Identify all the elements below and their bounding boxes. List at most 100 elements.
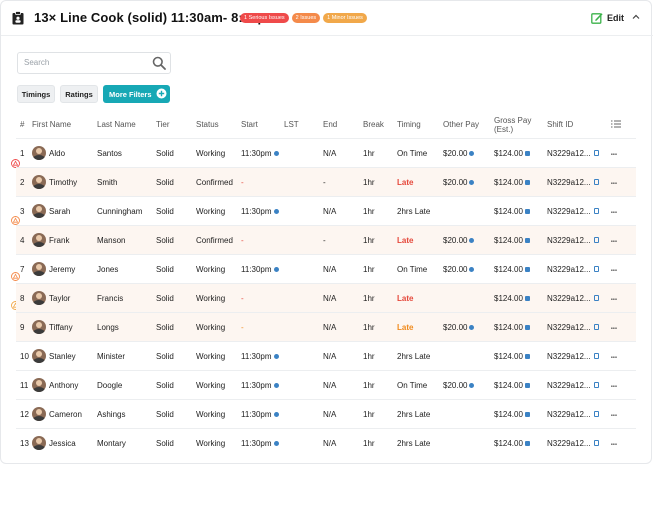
chevron-up-icon[interactable] (632, 13, 640, 21)
table-row[interactable]: 8 Taylor Francis Solid Working - N/A 1hr Late $12… (16, 283, 636, 313)
row-menu-button[interactable]: ••• (611, 341, 636, 371)
avatar[interactable] (32, 233, 46, 247)
pay-details-icon[interactable] (524, 208, 530, 214)
info-icon[interactable] (469, 179, 475, 185)
avatar[interactable] (32, 407, 46, 421)
column-settings[interactable] (611, 111, 636, 139)
avatar[interactable] (32, 146, 46, 160)
table-row[interactable]: 3 Sarah Cunningham Solid Working 11:30pm N/A 1h… (16, 196, 636, 226)
row-menu-button[interactable]: ••• (611, 370, 636, 400)
ratings-filter-button[interactable]: Ratings (60, 85, 98, 103)
row-menu-button[interactable]: ••• (611, 254, 636, 284)
more-options-icon[interactable]: ••• (611, 297, 617, 303)
col-tier[interactable]: Tier (156, 111, 196, 139)
table-row[interactable]: 9 Tiffany Longs Solid Working - N/A 1hr Late $20.… (16, 312, 636, 342)
first-name-cell[interactable]: Cameron (32, 399, 97, 429)
info-icon[interactable] (273, 440, 279, 446)
edit-icon[interactable] (591, 12, 603, 24)
edit-button[interactable]: Edit (607, 13, 624, 23)
info-icon[interactable] (469, 324, 475, 330)
first-name-cell[interactable]: Taylor (32, 283, 97, 313)
first-name-cell[interactable]: Sarah (32, 196, 97, 226)
col-break[interactable]: Break (363, 111, 397, 139)
row-menu-button[interactable]: ••• (611, 428, 636, 457)
copy-icon[interactable] (593, 324, 599, 331)
first-name-cell[interactable]: Aldo (32, 138, 97, 168)
pay-details-icon[interactable] (524, 150, 530, 156)
info-icon[interactable] (273, 411, 279, 417)
first-name-cell[interactable]: Frank (32, 225, 97, 255)
more-options-icon[interactable]: ••• (611, 210, 617, 216)
row-menu-button[interactable]: ••• (611, 283, 636, 313)
col-gross-pay[interactable]: Gross Pay (Est.) (494, 111, 547, 139)
row-menu-button[interactable]: ••• (611, 138, 636, 168)
pay-details-icon[interactable] (524, 324, 530, 330)
table-row[interactable]: 12 Cameron Ashings Solid Working 11:30pm N/A 1h… (16, 399, 636, 429)
pay-details-icon[interactable] (524, 295, 530, 301)
col-other-pay[interactable]: Other Pay (443, 111, 494, 139)
info-icon[interactable] (469, 382, 475, 388)
pay-details-icon[interactable] (524, 179, 530, 185)
pay-details-icon[interactable] (524, 440, 530, 446)
more-options-icon[interactable]: ••• (611, 326, 617, 332)
table-row[interactable]: 1 Aldo Santos Solid Working 11:30pm N/A 1hr On T… (16, 138, 636, 168)
first-name-cell[interactable]: Jessica (32, 428, 97, 457)
info-icon[interactable] (469, 266, 475, 272)
row-menu-button[interactable]: ••• (611, 312, 636, 342)
info-icon[interactable] (469, 150, 475, 156)
col-timing[interactable]: Timing (397, 111, 443, 139)
more-options-icon[interactable]: ••• (611, 442, 617, 448)
avatar[interactable] (32, 204, 46, 218)
avatar[interactable] (32, 349, 46, 363)
more-options-icon[interactable]: ••• (611, 181, 617, 187)
pay-details-icon[interactable] (524, 237, 530, 243)
first-name-cell[interactable]: Stanley (32, 341, 97, 371)
more-options-icon[interactable]: ••• (611, 152, 617, 158)
info-icon[interactable] (273, 353, 279, 359)
serious-issues-badge[interactable]: 1 Serious Issues (240, 13, 289, 23)
first-name-cell[interactable]: Tiffany (32, 312, 97, 342)
avatar[interactable] (32, 291, 46, 305)
table-row[interactable]: 11 Anthony Doogle Solid Working 11:30pm N/A 1hr… (16, 370, 636, 400)
col-lst[interactable]: LST (284, 111, 323, 139)
pay-details-icon[interactable] (524, 353, 530, 359)
avatar[interactable] (32, 262, 46, 276)
table-row[interactable]: 10 Stanley Minister Solid Working 11:30pm N/A 1… (16, 341, 636, 371)
pay-details-icon[interactable] (524, 411, 530, 417)
info-icon[interactable] (273, 208, 279, 214)
minor-issues-badge[interactable]: 1 Minor Issues (323, 13, 367, 23)
avatar[interactable] (32, 436, 46, 450)
row-menu-button[interactable]: ••• (611, 399, 636, 429)
search-icon[interactable] (152, 56, 166, 70)
col-last-name[interactable]: Last Name (97, 111, 156, 139)
list-settings-icon[interactable] (611, 120, 621, 128)
row-menu-button[interactable]: ••• (611, 196, 636, 226)
copy-icon[interactable] (593, 440, 599, 447)
col-status[interactable]: Status (196, 111, 241, 139)
copy-icon[interactable] (593, 411, 599, 418)
copy-icon[interactable] (593, 382, 599, 389)
search-box[interactable] (17, 52, 171, 74)
first-name-cell[interactable]: Jeremy (32, 254, 97, 284)
search-input[interactable] (24, 58, 144, 67)
avatar[interactable] (32, 175, 46, 189)
info-icon[interactable] (273, 266, 279, 272)
issues-badge[interactable]: 2 Issues (291, 13, 321, 23)
more-options-icon[interactable]: ••• (611, 239, 617, 245)
more-options-icon[interactable]: ••• (611, 355, 617, 361)
pay-details-icon[interactable] (524, 266, 530, 272)
copy-icon[interactable] (593, 266, 599, 273)
copy-icon[interactable] (593, 295, 599, 302)
col-start[interactable]: Start (241, 111, 284, 139)
first-name-cell[interactable]: Timothy (32, 167, 97, 197)
table-row[interactable]: 7 Jeremy Jones Solid Working 11:30pm N/A 1hr On … (16, 254, 636, 284)
copy-icon[interactable] (593, 237, 599, 244)
copy-icon[interactable] (593, 179, 599, 186)
more-options-icon[interactable]: ••• (611, 413, 617, 419)
copy-icon[interactable] (593, 208, 599, 215)
col-first-name[interactable]: First Name (32, 111, 97, 139)
first-name-cell[interactable]: Anthony (32, 370, 97, 400)
col-end[interactable]: End (323, 111, 363, 139)
copy-icon[interactable] (593, 353, 599, 360)
table-row[interactable]: 2 Timothy Smith Solid Confirmed - -1hr Late $20.… (16, 167, 636, 197)
